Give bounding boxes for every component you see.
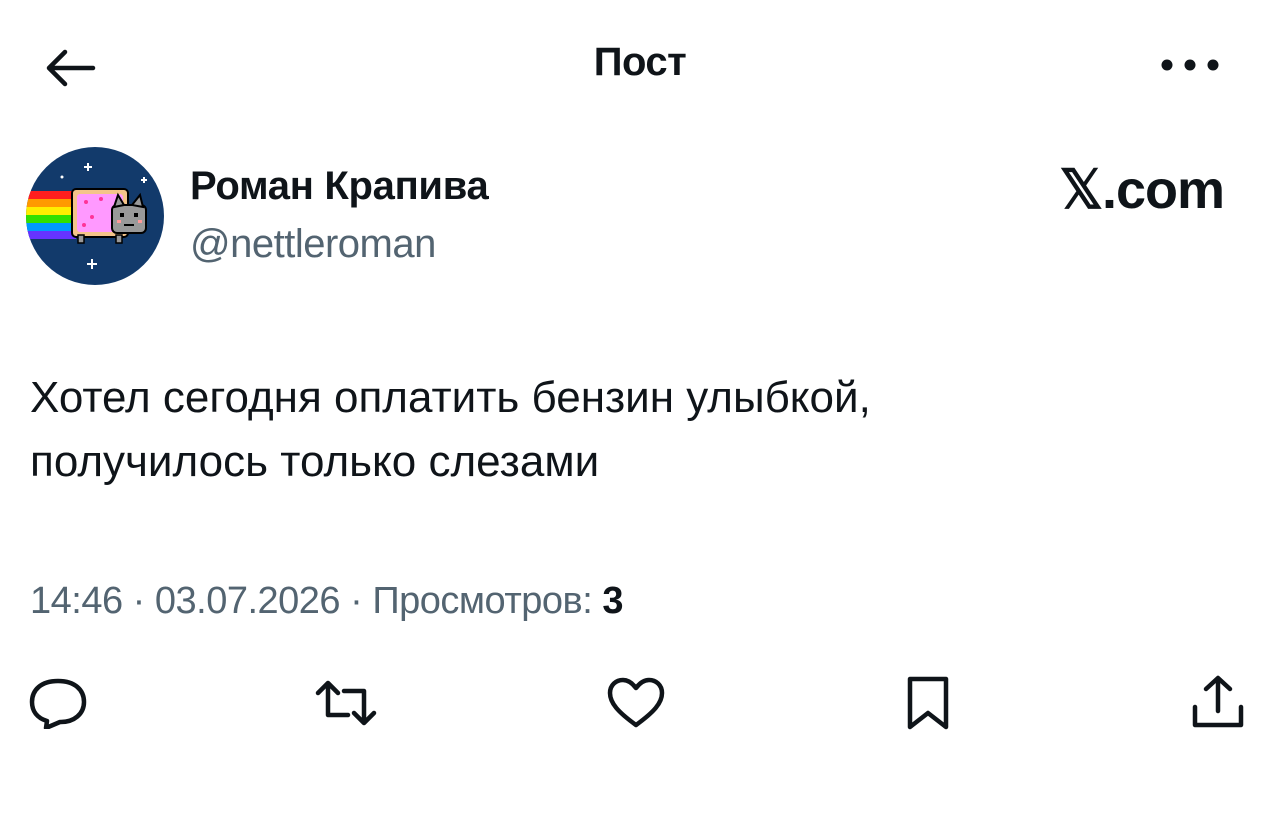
page-title: Пост [593, 40, 687, 84]
meta-separator: · [340, 580, 373, 622]
more-horizontal-icon [1161, 59, 1219, 71]
views-count: 3 [602, 580, 623, 622]
post-meta: 14:46 · 03.07.2026 · Просмотров: 3 [30, 580, 623, 623]
author-name[interactable]: Роман Крапива [190, 164, 489, 209]
share-button[interactable] [1182, 672, 1254, 734]
x-watermark: 𝕏.com [1059, 160, 1225, 220]
avatar[interactable] [26, 147, 164, 285]
post-text: Хотел сегодня оплатить бензин улыбкой, п… [30, 373, 871, 486]
author-handle[interactable]: @nettleroman [190, 222, 436, 267]
post-date: 03.07.2026 [154, 580, 341, 622]
share-icon [1192, 675, 1244, 728]
post-time: 14:46 [30, 580, 123, 622]
reply-icon [29, 678, 87, 729]
repost-icon [315, 680, 377, 726]
heart-icon [607, 677, 665, 728]
more-options-button[interactable] [1150, 40, 1230, 90]
like-button[interactable] [600, 672, 672, 734]
repost-button[interactable] [310, 672, 382, 734]
reply-button[interactable] [22, 672, 94, 734]
bookmark-icon [907, 676, 949, 730]
bookmark-button[interactable] [892, 672, 964, 734]
nyan-cat-avatar [26, 147, 164, 285]
views-label: Просмотров: [372, 580, 593, 622]
meta-separator: · [122, 580, 155, 622]
